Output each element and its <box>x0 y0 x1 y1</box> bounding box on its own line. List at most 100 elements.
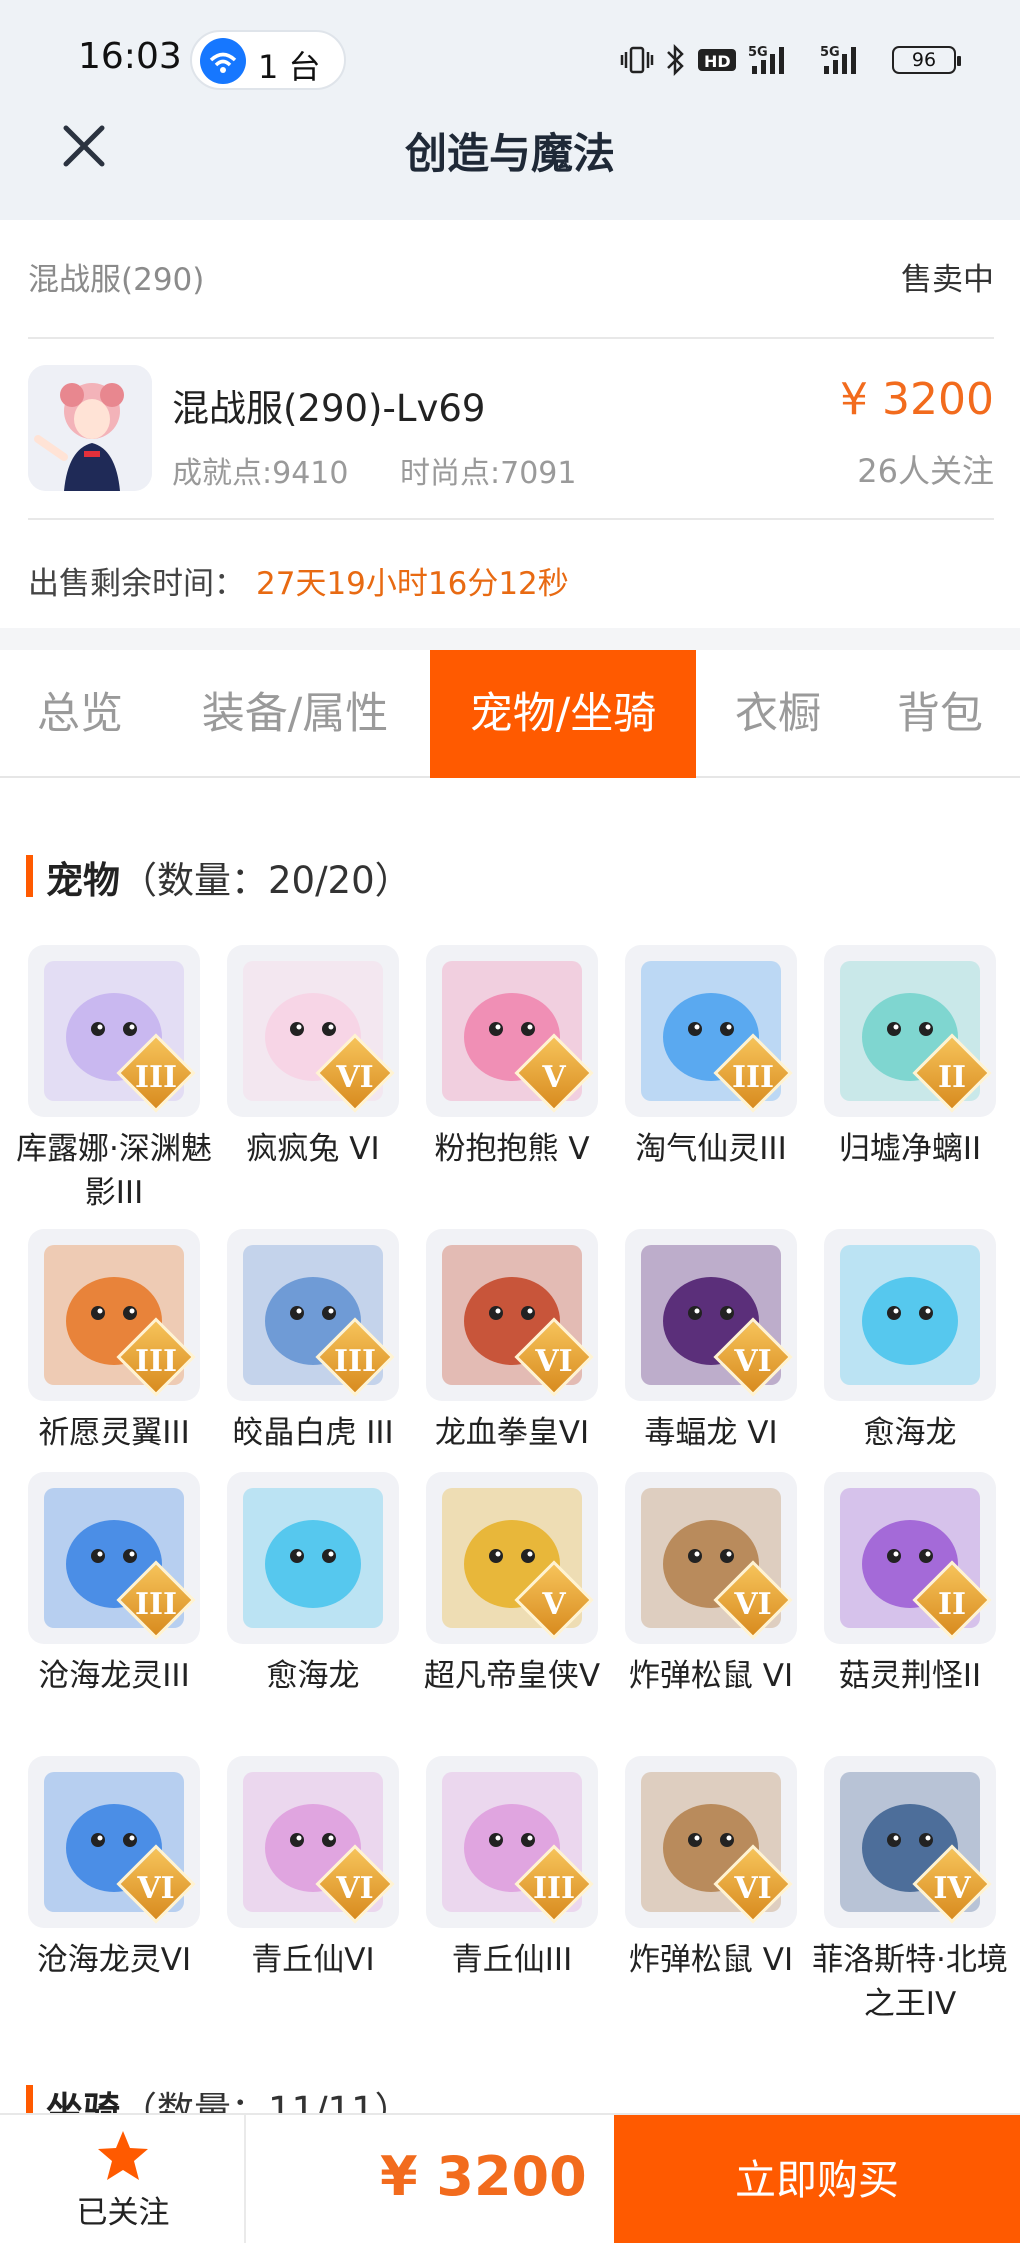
pet-thumbnail: III <box>28 1472 200 1644</box>
section-marker <box>26 855 33 897</box>
character-name: 混战服(290)-Lv69 <box>172 387 486 430</box>
follow-label: 已关注 <box>76 2195 170 2231</box>
svg-text:HD: HD <box>704 52 731 71</box>
rank-label: VI <box>137 1871 175 1906</box>
pet-name: 炸弹松鼠 VI <box>628 1658 794 1694</box>
battery-icon: 96 <box>892 46 961 74</box>
divider <box>28 337 994 339</box>
character-avatar <box>28 365 152 491</box>
sale-status: 售卖中 <box>901 262 994 298</box>
pet-name: 青丘仙III <box>451 1942 573 1978</box>
pet-name: 淘气仙灵III <box>635 1131 787 1167</box>
rank-label: II <box>937 1587 967 1622</box>
rank-label: VI <box>734 1344 772 1379</box>
rank-label: VI <box>734 1871 772 1906</box>
timer-label: 出售剩余时间： <box>28 566 245 602</box>
pet-thumbnail: III <box>28 945 200 1117</box>
timer-value: 27天19小时16分12秒 <box>256 566 569 602</box>
rank-label: VI <box>734 1587 772 1622</box>
pet-thumbnail: VI <box>625 1756 797 1928</box>
pet-thumbnail: VI <box>625 1472 797 1644</box>
rank-label: V <box>542 1587 566 1622</box>
buy-now-button[interactable]: 立即购买 <box>614 2115 1020 2243</box>
top-header: 16:03 1 台 HD 5G 5G 96 创造与魔法 <box>0 0 1020 220</box>
pet-thumbnail: VI <box>625 1229 797 1401</box>
rank-label: IV <box>933 1871 971 1906</box>
pets-section-title: 宠物（数量：20/20） <box>46 850 412 904</box>
battery-level: 96 <box>911 49 937 71</box>
divider <box>28 518 994 520</box>
hotspot-count: 1 台 <box>258 48 321 86</box>
status-time: 16:03 <box>78 36 182 77</box>
follow-button[interactable]: 已关注 <box>0 2115 246 2243</box>
pet-name: 炸弹松鼠 VI <box>628 1942 794 1978</box>
pet-thumbnail: II <box>824 1472 996 1644</box>
pet-thumbnail: VI <box>426 1229 598 1401</box>
pet-thumbnail <box>227 1472 399 1644</box>
hd-icon: HD <box>698 49 736 71</box>
pet-name: 粉抱抱熊 V <box>434 1131 590 1167</box>
pets-count: （数量：20/20） <box>120 859 412 902</box>
section-gap <box>0 628 1020 650</box>
pet-name: 疯疯兔 VI <box>246 1131 380 1167</box>
tab-wardrobe[interactable]: 衣橱 <box>696 650 860 778</box>
pet-thumbnail: VI <box>227 1756 399 1928</box>
rank-label: III <box>134 1060 178 1095</box>
pet-name: 沧海龙灵III <box>38 1658 190 1694</box>
tab-overview[interactable]: 总览 <box>0 650 160 778</box>
signal-5g-icon: 5G <box>820 45 856 74</box>
pet-name: 菲洛斯特·北境之王IV <box>812 1942 1008 2022</box>
hotspot-icon <box>200 38 246 84</box>
bottom-price: ¥ 3200 <box>380 2145 587 2208</box>
pet-thumbnail: VI <box>227 945 399 1117</box>
pet-name: 龙血拳皇VI <box>434 1415 590 1451</box>
pet-thumbnail: V <box>426 1472 598 1644</box>
server-name: 混战服(290) <box>28 262 205 298</box>
tab-bar: 总览 装备/属性 宠物/坐骑 衣橱 背包 <box>0 650 1020 778</box>
bottom-bar: 已关注 ¥ 3200 立即购买 <box>0 2113 1020 2243</box>
pet-name: 归墟净螭II <box>838 1131 982 1167</box>
rank-label: III <box>134 1587 178 1622</box>
pet-image <box>243 1488 383 1628</box>
pet-thumbnail: VI <box>28 1756 200 1928</box>
pet-thumbnail: III <box>227 1229 399 1401</box>
hotspot-indicator[interactable]: 1 台 <box>190 30 346 90</box>
rank-label: V <box>542 1060 566 1095</box>
pet-thumbnail: V <box>426 945 598 1117</box>
rank-label: III <box>333 1344 377 1379</box>
rank-label: III <box>134 1344 178 1379</box>
rank-label: III <box>731 1060 775 1095</box>
pet-name: 沧海龙灵VI <box>36 1942 192 1978</box>
achievement-points: 成就点:9410 <box>172 456 349 491</box>
pet-name: 毒蝠龙 VI <box>644 1415 778 1451</box>
followers-count: 26人关注 <box>857 452 994 490</box>
tab-pets-mounts[interactable]: 宠物/坐骑 <box>430 650 696 778</box>
listing-price: ¥ 3200 <box>840 374 994 425</box>
rank-label: VI <box>535 1344 573 1379</box>
pet-thumbnail: III <box>625 945 797 1117</box>
pet-thumbnail: III <box>426 1756 598 1928</box>
signal-5g-icon: 5G <box>748 45 784 74</box>
pet-thumbnail: II <box>824 945 996 1117</box>
rank-label: III <box>532 1871 576 1906</box>
tab-equipment[interactable]: 装备/属性 <box>160 650 430 778</box>
vibrate-icon <box>620 46 654 74</box>
pet-thumbnail: IV <box>824 1756 996 1928</box>
pet-name: 青丘仙VI <box>251 1942 375 1978</box>
pet-thumbnail <box>824 1229 996 1401</box>
pet-name: 祈愿灵翼III <box>38 1415 190 1451</box>
tab-backpack[interactable]: 背包 <box>860 650 1020 778</box>
star-icon <box>98 2131 148 2180</box>
pet-thumbnail: III <box>28 1229 200 1401</box>
bluetooth-icon <box>667 43 684 77</box>
listing-info: 混战服(290) 售卖中 混战服(290)-Lv69 成就点:9410 时尚点:… <box>0 220 1020 628</box>
rank-label: VI <box>336 1871 374 1906</box>
svg-text:5G: 5G <box>748 45 768 60</box>
pet-name: 愈海龙 <box>266 1658 360 1694</box>
page-title: 创造与魔法 <box>404 129 615 178</box>
rank-label: II <box>937 1060 967 1095</box>
status-icons: HD 5G 5G 96 <box>620 42 961 82</box>
status-bar: 16:03 1 台 HD 5G 5G 96 <box>0 0 1020 120</box>
pet-name: 超凡帝皇侠V <box>423 1658 601 1694</box>
pet-name: 皎晶白虎 III <box>232 1415 394 1451</box>
